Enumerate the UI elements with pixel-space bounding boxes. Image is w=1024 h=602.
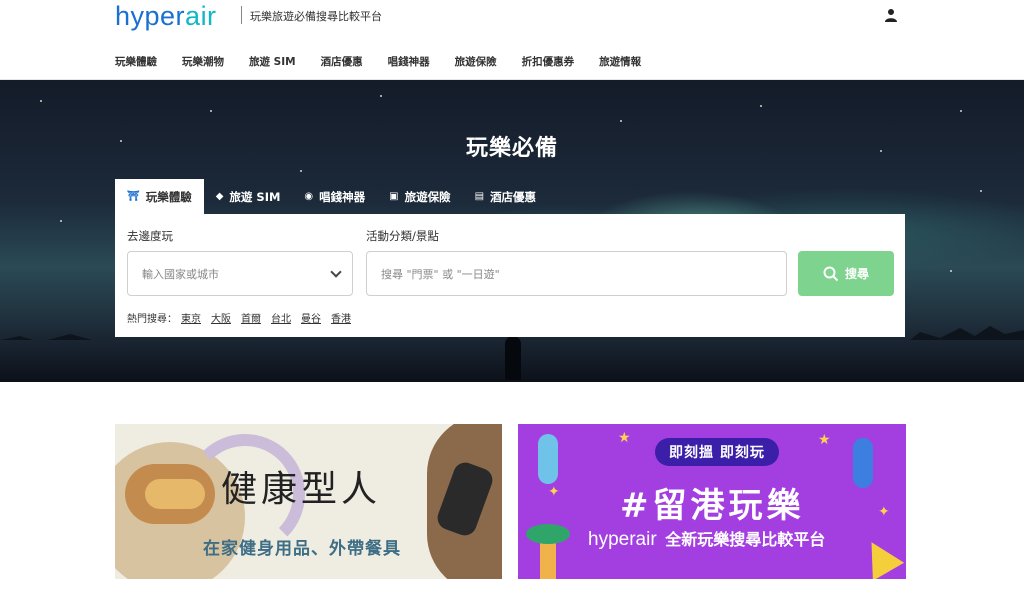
staycation-banner[interactable]: ★ ✦ ★ ✦ 即刻搵 即刻玩 #留港玩樂 hyperair 全新玩樂搜尋比較平… xyxy=(518,424,906,579)
star-dot xyxy=(950,270,952,272)
search-button-label: 搜尋 xyxy=(844,267,869,281)
star-dot xyxy=(980,190,982,192)
torii-icon: ⛩ xyxy=(127,191,140,202)
promo-tagline: 全新玩樂搜尋比較平台 xyxy=(665,530,826,549)
main-nav: 玩樂體驗 玩樂潮物 旅遊 SIM 酒店優惠 唱錢神器 旅遊保險 折扣優惠券 旅遊… xyxy=(115,54,666,69)
hyperair-logo[interactable]: hyperair xyxy=(115,1,217,32)
dancing-person-illustration xyxy=(853,438,873,488)
tab-experiences[interactable]: ⛩ 玩樂體驗 xyxy=(115,179,204,214)
palm-tree-icon xyxy=(526,524,570,544)
search-panel: 去邊度玩 輸入國家或城市 活動分類/景點 搜尋 "門票" 或 "一日遊" 搜尋 … xyxy=(115,214,905,337)
search-button[interactable]: 搜尋 xyxy=(798,251,894,296)
category-tabs: ⛩ 玩樂體驗 ◆ 旅遊 SIM ◉ 唱錢神器 ▣ 旅遊保險 ▤ 酒店優惠 xyxy=(115,179,548,214)
nav-item-hotel-deals[interactable]: 酒店優惠 xyxy=(321,54,363,69)
exchange-icon: ◉ xyxy=(304,191,314,202)
tab-label: 旅遊 SIM xyxy=(229,189,281,204)
top-bar: hyperair 玩樂旅遊必備搜尋比較平台 玩樂體驗 玩樂潮物 旅遊 SIM 酒… xyxy=(0,0,1024,80)
hot-search-link[interactable]: 台北 xyxy=(271,310,291,325)
logo-text-hyper: hyper xyxy=(115,1,186,31)
star-dot xyxy=(960,110,962,112)
nav-item-exchange[interactable]: 唱錢神器 xyxy=(388,54,430,69)
destination-label: 去邊度玩 xyxy=(127,229,173,243)
star-icon: ✦ xyxy=(548,484,560,500)
nav-item-travel-news[interactable]: 旅遊情報 xyxy=(599,54,641,69)
promo-tagline-row: hyperair 全新玩樂搜尋比較平台 xyxy=(588,526,825,551)
star-dot xyxy=(60,220,62,222)
nav-item-travel-sim[interactable]: 旅遊 SIM xyxy=(249,54,296,69)
site-tagline: 玩樂旅遊必備搜尋比較平台 xyxy=(250,10,382,23)
star-dot xyxy=(380,95,382,97)
hot-searches-label: 熱門搜尋： xyxy=(127,314,177,325)
hot-search-link[interactable]: 東京 xyxy=(181,310,201,325)
hot-searches: 熱門搜尋： 東京 大阪 首爾 台北 曼谷 香港 xyxy=(127,310,361,325)
tab-label: 旅遊保險 xyxy=(404,189,451,204)
jumping-person-illustration xyxy=(538,434,558,484)
sim-icon: ◆ xyxy=(215,191,224,202)
banner-subtitle: 在家健身用品、外帶餐具 xyxy=(203,539,401,559)
hot-search-link[interactable]: 首爾 xyxy=(241,310,261,325)
tab-hotel-deals[interactable]: ▤ 酒店優惠 xyxy=(463,179,548,214)
nav-item-coupons[interactable]: 折扣優惠券 xyxy=(522,54,575,69)
nav-item-gadgets[interactable]: 玩樂潮物 xyxy=(182,54,224,69)
promo-pill: 即刻搵 即刻玩 xyxy=(655,438,779,466)
chevron-down-icon xyxy=(330,266,342,278)
logo-text-air: air xyxy=(185,1,217,31)
category-search-input[interactable]: 搜尋 "門票" 或 "一日遊" xyxy=(366,251,787,296)
banner-title: 健康型人 xyxy=(221,469,382,510)
tab-insurance[interactable]: ▣ 旅遊保險 xyxy=(377,179,462,214)
star-icon: ✦ xyxy=(878,504,890,520)
party-popper-icon xyxy=(855,533,905,579)
tab-label: 酒店優惠 xyxy=(490,189,537,204)
hot-search-link[interactable]: 大阪 xyxy=(211,310,231,325)
category-label: 活動分類/景點 xyxy=(366,229,439,243)
star-icon: ★ xyxy=(818,432,831,448)
silhouette-person xyxy=(505,336,521,380)
destination-placeholder: 輸入國家或城市 xyxy=(142,267,219,281)
nav-item-experiences[interactable]: 玩樂體驗 xyxy=(115,54,157,69)
hot-search-link[interactable]: 曼谷 xyxy=(301,310,321,325)
nav-item-insurance[interactable]: 旅遊保險 xyxy=(455,54,497,69)
promo-brand: hyperair xyxy=(588,529,657,550)
tab-label: 玩樂體驗 xyxy=(145,189,192,204)
hero-section: 玩樂必備 ⛩ 玩樂體驗 ◆ 旅遊 SIM ◉ 唱錢神器 ▣ 旅遊保險 ▤ 酒店優… xyxy=(0,80,1024,382)
user-icon[interactable] xyxy=(884,8,898,22)
healthy-living-banner[interactable]: 健康型人 在家健身用品、外帶餐具 xyxy=(115,424,502,579)
hero-title: 玩樂必備 xyxy=(465,136,558,161)
star-dot xyxy=(40,100,42,102)
destination-select[interactable]: 輸入國家或城市 xyxy=(127,251,353,296)
star-dot xyxy=(300,170,302,172)
star-dot xyxy=(210,110,212,112)
star-dot xyxy=(620,120,622,122)
hotel-icon: ▤ xyxy=(474,191,485,202)
insurance-icon: ▣ xyxy=(389,191,399,202)
logo-divider xyxy=(241,6,242,24)
tab-label: 唱錢神器 xyxy=(319,189,366,204)
star-icon: ★ xyxy=(618,430,631,446)
tab-exchange[interactable]: ◉ 唱錢神器 xyxy=(292,179,377,214)
star-dot xyxy=(760,105,762,107)
tab-travel-sim[interactable]: ◆ 旅遊 SIM xyxy=(204,179,293,214)
promo-headline: #留港玩樂 xyxy=(620,486,805,526)
hot-search-link[interactable]: 香港 xyxy=(331,310,351,325)
category-placeholder: 搜尋 "門票" 或 "一日遊" xyxy=(381,267,500,281)
search-icon xyxy=(823,266,839,281)
